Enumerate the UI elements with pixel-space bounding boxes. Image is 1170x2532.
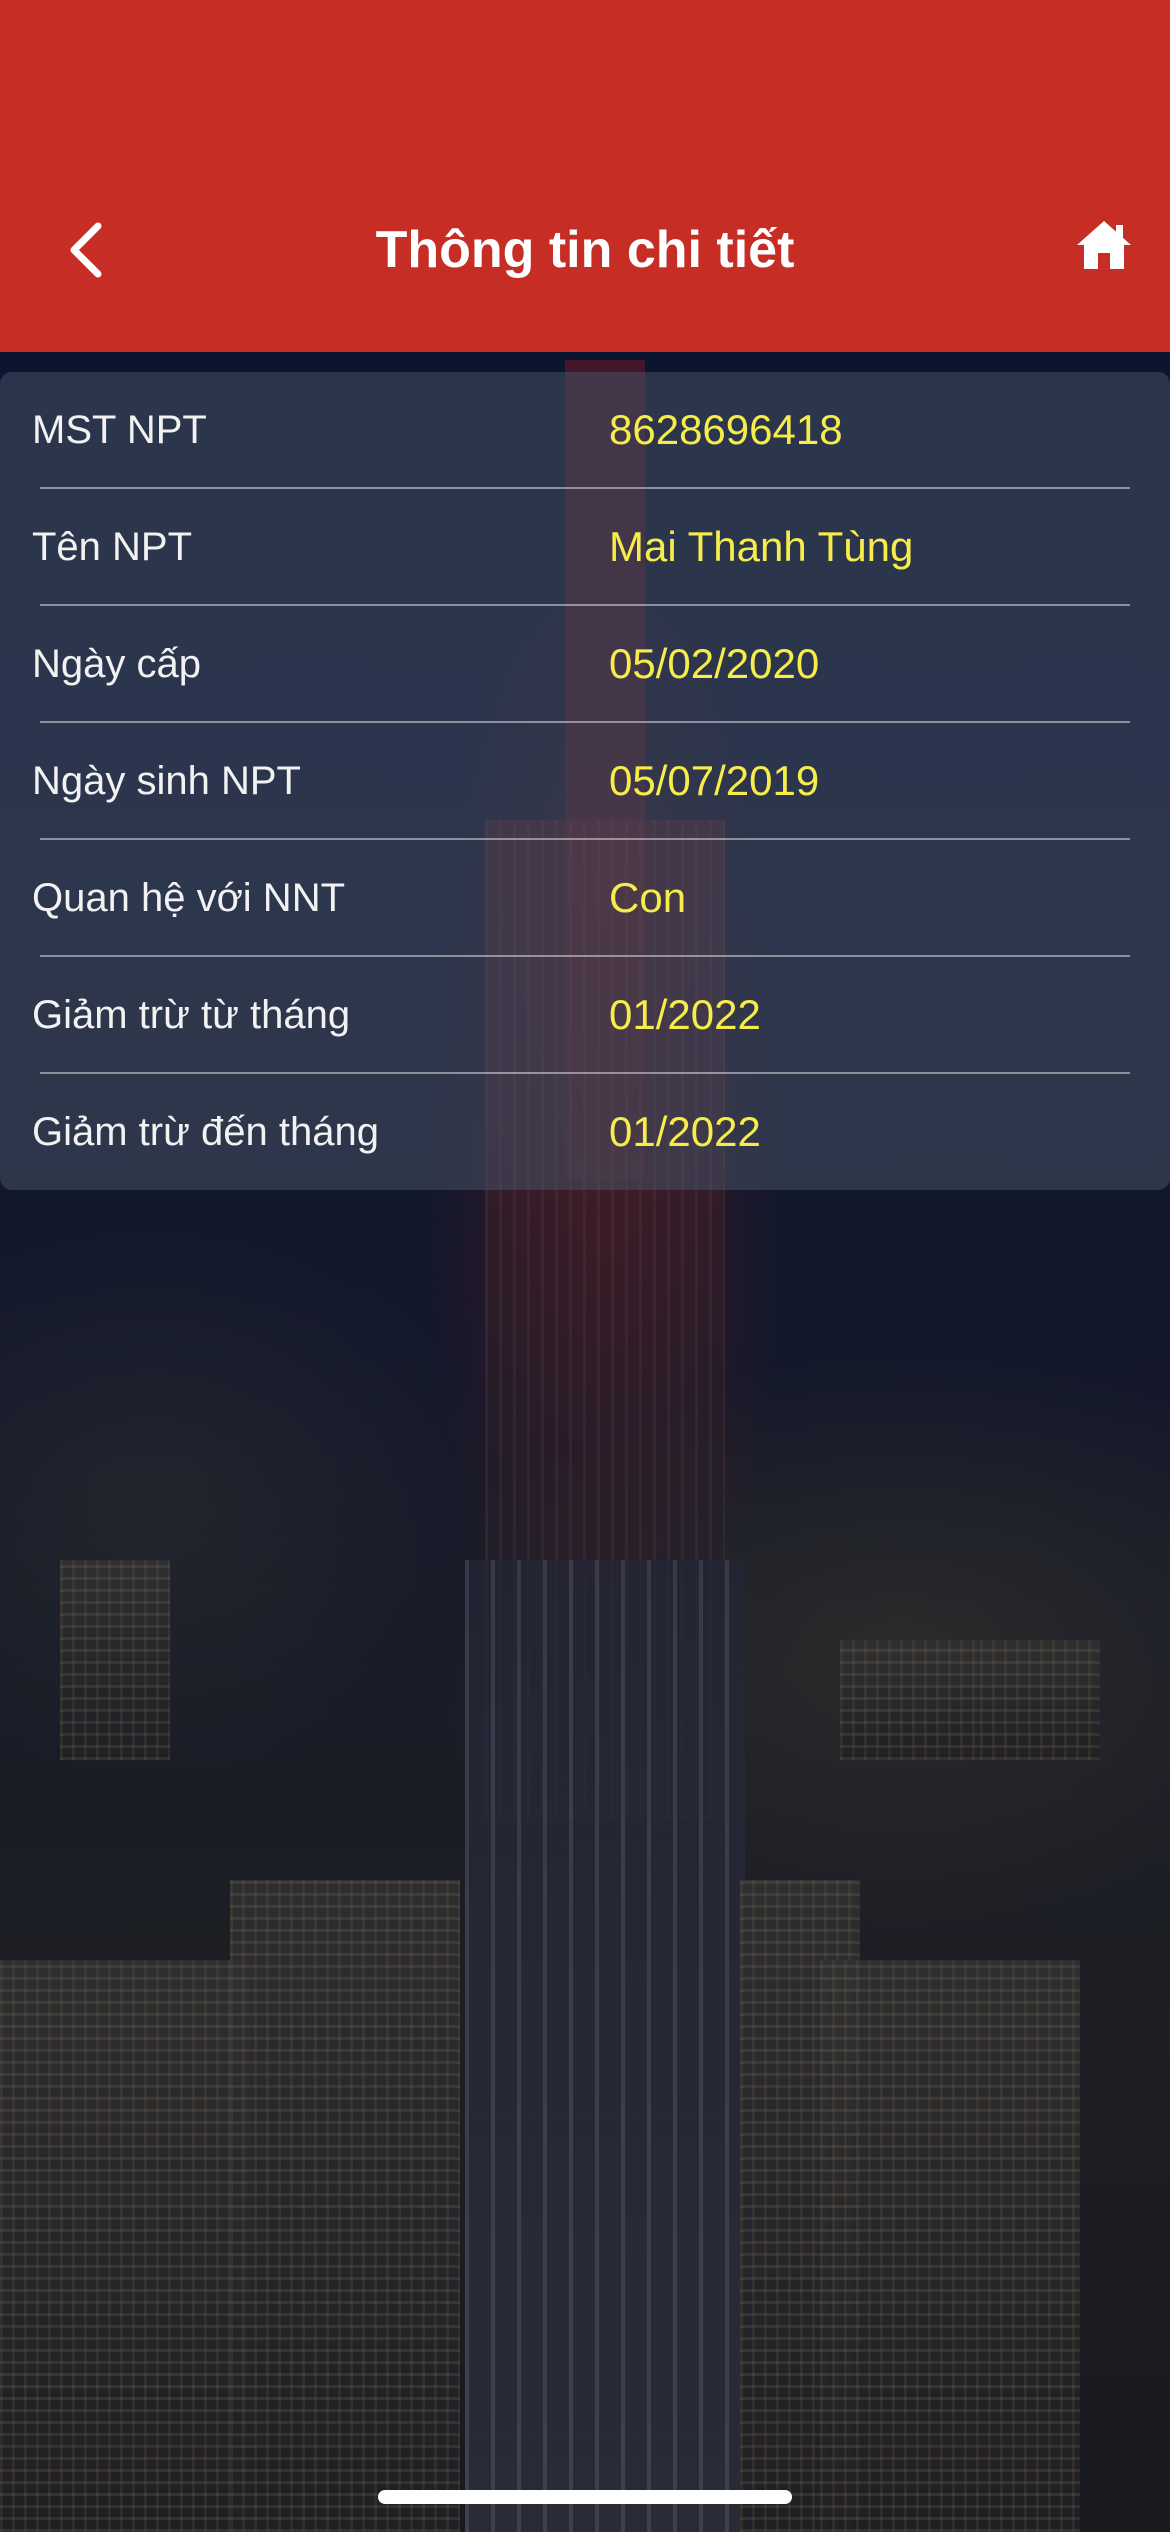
detail-label: Ngày cấp <box>32 642 201 686</box>
detail-value: 05/07/2019 <box>609 757 820 804</box>
detail-value: 05/02/2020 <box>609 640 820 687</box>
page-title: Thông tin chi tiết <box>375 221 795 279</box>
detail-label: Tên NPT <box>32 525 193 569</box>
detail-label: Giảm trừ đến tháng <box>32 1110 379 1154</box>
detail-row-name: Tên NPT Mai Thanh Tùng <box>0 489 1170 606</box>
detail-label: MST NPT <box>32 408 207 452</box>
detail-row-issue-date: Ngày cấp 05/02/2020 <box>0 606 1170 723</box>
detail-card: MST NPT 8628696418 Tên NPT Mai Thanh Tùn… <box>0 372 1170 1190</box>
detail-value: 8628696418 <box>609 406 843 453</box>
chevron-left-icon <box>70 222 102 278</box>
header-bar: Thông tin chi tiết <box>0 0 1170 352</box>
detail-label: Giảm trừ từ tháng <box>32 993 351 1037</box>
detail-label: Ngày sinh NPT <box>32 759 301 803</box>
detail-value: Mai Thanh Tùng <box>609 523 914 570</box>
detail-value: 01/2022 <box>609 1108 761 1155</box>
detail-label: Quan hệ với NNT <box>32 876 346 920</box>
home-indicator-bar[interactable] <box>378 2490 792 2504</box>
detail-row-mst: MST NPT 8628696418 <box>0 372 1170 489</box>
detail-value: 01/2022 <box>609 991 761 1038</box>
detail-row-birth-date: Ngày sinh NPT 05/07/2019 <box>0 723 1170 840</box>
detail-row-relationship: Quan hệ với NNT Con <box>0 840 1170 957</box>
detail-value: Con <box>609 874 687 921</box>
home-icon <box>1077 221 1131 269</box>
detail-row-deduction-to: Giảm trừ đến tháng 01/2022 <box>0 1074 1170 1191</box>
detail-row-deduction-from: Giảm trừ từ tháng 01/2022 <box>0 957 1170 1074</box>
home-button[interactable] <box>1068 205 1140 285</box>
back-button[interactable] <box>56 210 116 290</box>
